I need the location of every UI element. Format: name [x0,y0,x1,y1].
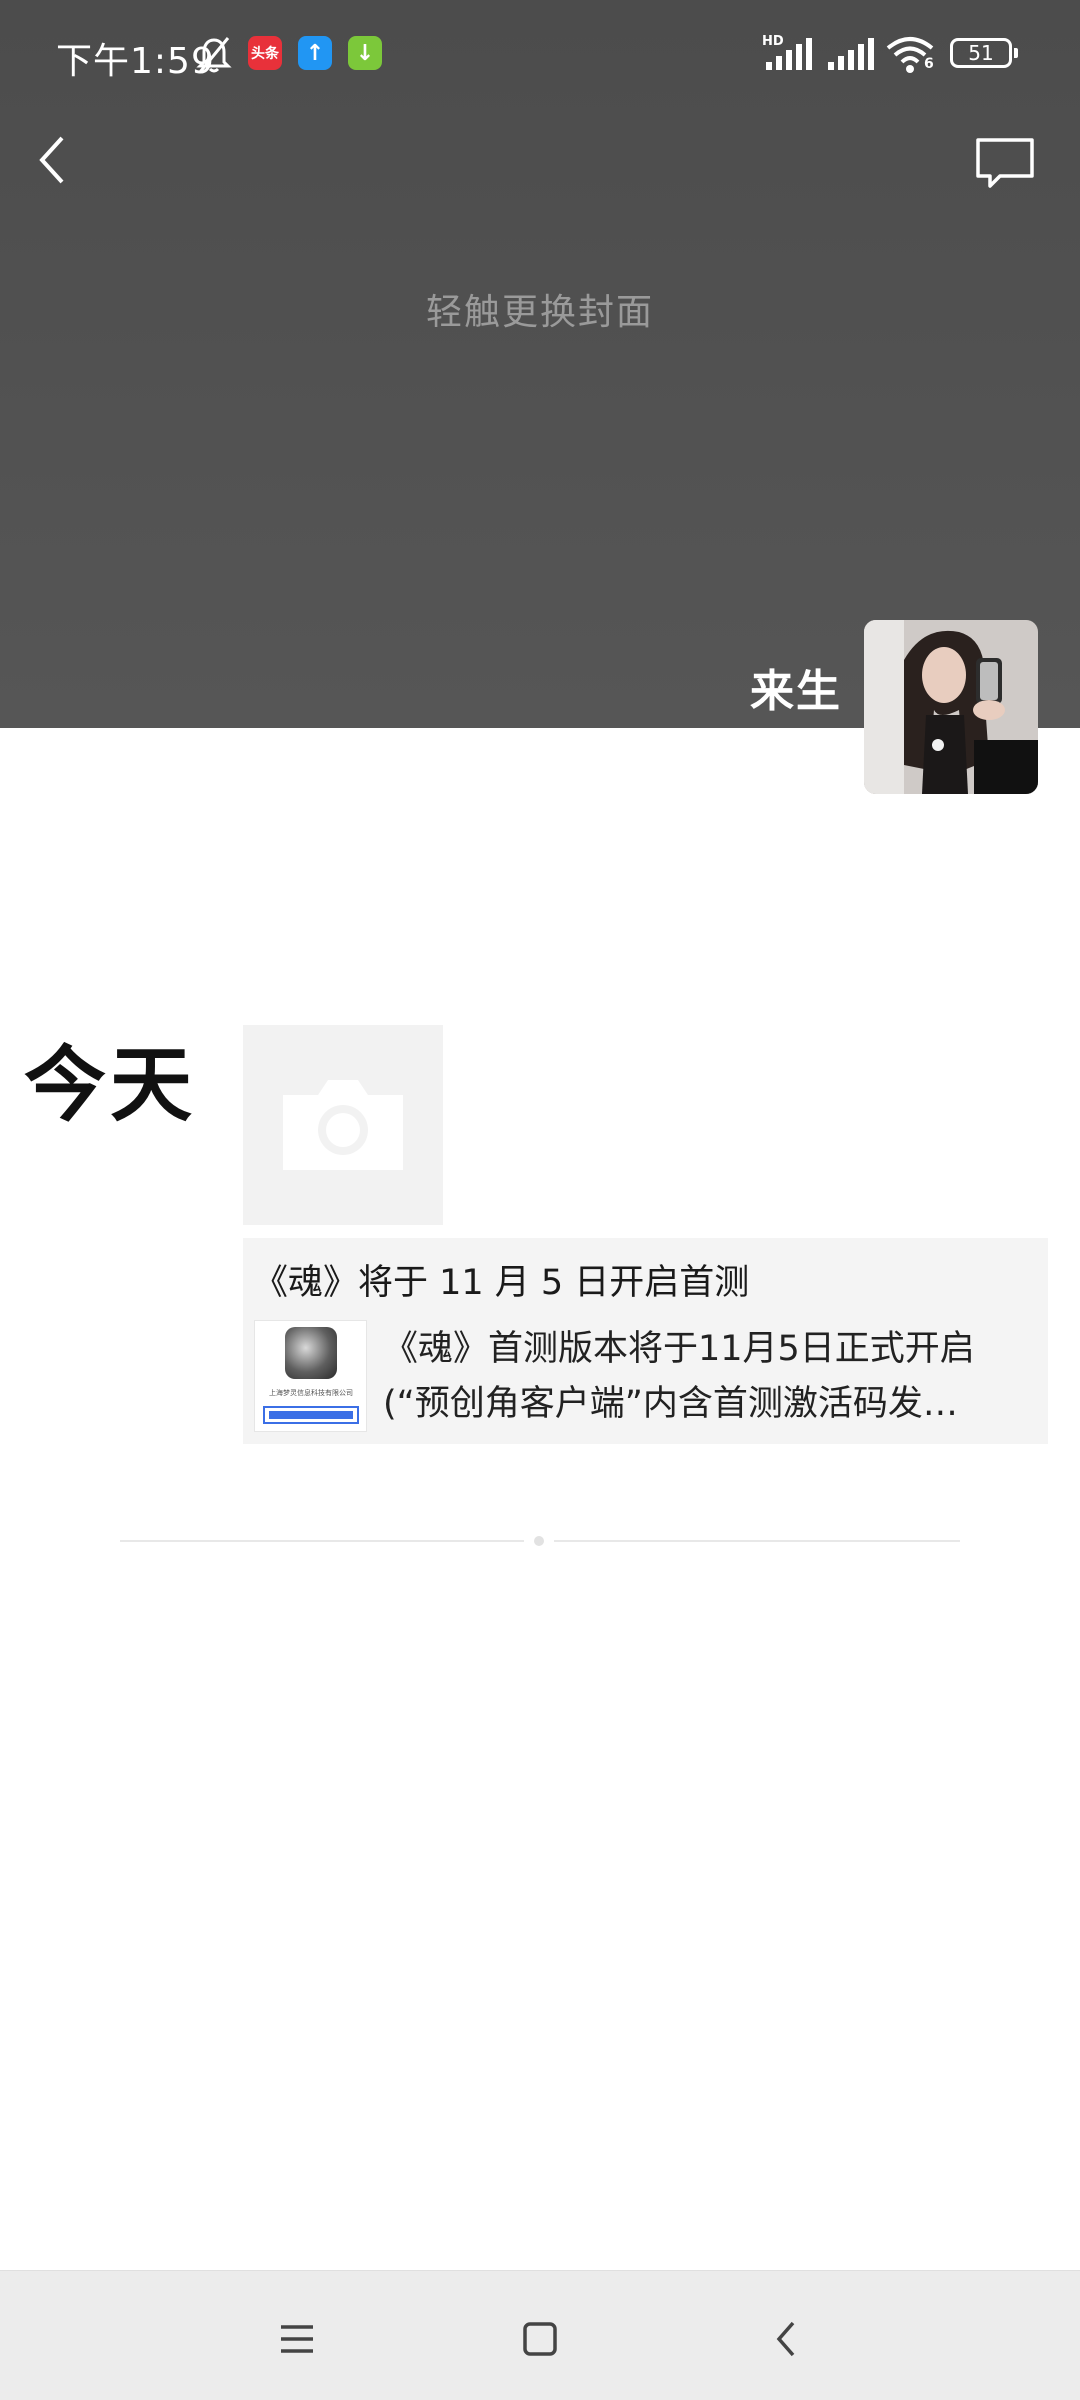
mute-bell-icon [196,36,232,78]
upload-app-icon: ↑ [298,36,332,70]
home-button[interactable] [510,2309,570,2369]
share-desc-line1: 《魂》首测版本将于11月5日正式开启 [383,1329,975,1369]
back-arrow-icon [776,2321,795,2357]
wifi-label: 6 [924,56,934,72]
download-app-icon: ↓ [348,36,382,70]
avatar[interactable] [864,620,1038,794]
comment-bubble-icon [976,138,1034,188]
share-title: 《魂》将于 11 月 5 日开启首测 [253,1263,750,1303]
share-description: 《魂》首测版本将于11月5日正式开启 (“预创角客户端”内含首测激活码发… [383,1322,1033,1432]
toutiao-app-icon: 头条 [248,36,282,70]
hd-label: HD [762,34,784,49]
home-square-icon [523,2322,557,2356]
status-bar: 下午1:59 头条 ↑ ↓ HD 6 51 [0,0,1080,110]
system-nav-bar [0,2270,1080,2400]
profile-nickname: 来生 [750,666,842,717]
share-thumbnail: 上海梦灵信息科技有限公司 [254,1320,367,1432]
feed-end-divider [120,1536,960,1546]
menu-icon [281,2325,313,2353]
back-arrow-icon [39,136,64,184]
thumb-download-button [263,1406,359,1424]
top-nav [0,110,1080,210]
back-button[interactable] [30,124,90,194]
thumb-caption: 上海梦灵信息科技有限公司 [269,1389,353,1397]
signal-icon [826,34,878,78]
hd-signal-icon: HD [762,34,814,78]
battery-icon: 51 [950,38,1018,68]
wifi-icon: 6 [886,34,936,78]
day-label: 今天 [24,1038,197,1133]
cover-change-hint[interactable]: 轻触更换封面 [0,283,1080,335]
messages-button[interactable] [970,124,1040,194]
avatar-photo [864,620,1038,794]
menu-button[interactable] [267,2309,327,2369]
camera-icon [283,1080,403,1170]
status-time: 下午1:59 [56,41,215,82]
share-desc-line2: (“预创角客户端”内含首测激活码发… [383,1384,958,1424]
nav-back-button[interactable] [757,2309,817,2369]
game-logo-icon [285,1327,337,1379]
shared-article-card[interactable]: 《魂》将于 11 月 5 日开启首测 上海梦灵信息科技有限公司 《魂》首测版本将… [243,1238,1048,1444]
post-photo-button[interactable] [243,1025,443,1225]
